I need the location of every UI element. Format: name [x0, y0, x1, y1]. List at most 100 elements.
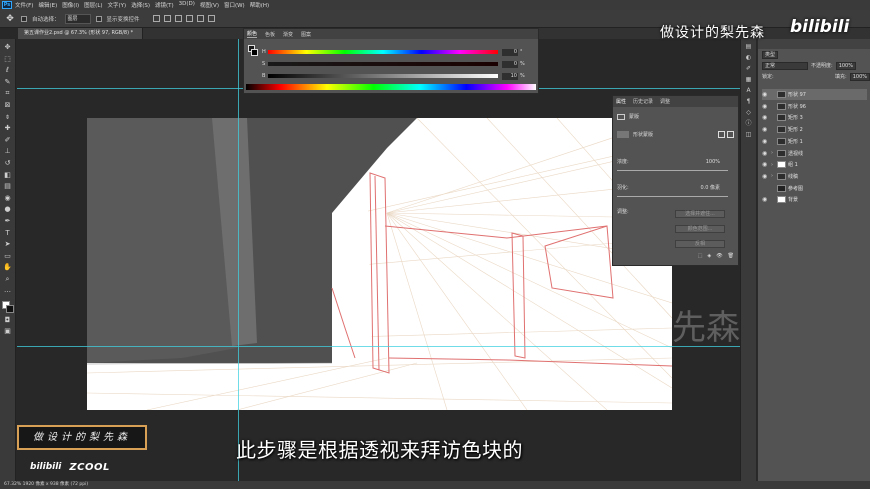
info-panel-icon[interactable]: ⓘ: [744, 119, 753, 128]
stamp-tool-icon[interactable]: ⊥: [3, 146, 13, 156]
align-middle-icon[interactable]: [196, 15, 204, 22]
color-panel-tab[interactable]: 颜色: [247, 30, 258, 38]
layer-row[interactable]: ◉ › 组 1: [762, 159, 867, 170]
density-slider[interactable]: [617, 170, 728, 171]
guide-vertical[interactable]: [238, 39, 239, 481]
fill-input[interactable]: 100%: [849, 72, 870, 81]
background-color-swatch[interactable]: [5, 305, 14, 314]
swatches-panel-icon[interactable]: ▦: [744, 75, 753, 84]
menu-item[interactable]: 3D(D): [179, 1, 195, 9]
history-brush-icon[interactable]: ↺: [3, 158, 13, 168]
color-panel-tab[interactable]: 色板: [265, 31, 275, 38]
layer-row[interactable]: ◉ 矩形 2: [762, 124, 867, 135]
menu-item[interactable]: 文字(Y): [108, 1, 127, 9]
menu-item[interactable]: 视图(V): [200, 1, 219, 9]
menu-item[interactable]: 滤镜(T): [155, 1, 174, 9]
delete-icon[interactable]: 🗑: [728, 253, 734, 259]
hue-value-input[interactable]: 0: [502, 48, 518, 56]
color-panel-swatches[interactable]: [248, 45, 258, 57]
align-left-icon[interactable]: [152, 15, 160, 22]
lasso-tool-icon[interactable]: ℓ: [3, 65, 13, 75]
layer-row[interactable]: ◉ 形状 97: [762, 89, 867, 100]
layer-expand-icon[interactable]: ›: [771, 162, 775, 168]
brightness-value-input[interactable]: 10: [502, 72, 518, 80]
layers-panel-icon[interactable]: ◫: [744, 130, 753, 139]
density-value[interactable]: 100%: [706, 159, 720, 165]
frame-tool-icon[interactable]: ⊠: [3, 100, 13, 110]
layer-row[interactable]: ◉ › 线稿: [762, 171, 867, 182]
eraser-tool-icon[interactable]: ◧: [3, 170, 13, 180]
align-top-icon[interactable]: [185, 15, 193, 22]
healing-tool-icon[interactable]: ✚: [3, 123, 13, 133]
feather-value[interactable]: 0.0 像素: [700, 184, 720, 191]
quick-select-tool-icon[interactable]: ✎: [3, 77, 13, 87]
layer-visibility-icon[interactable]: ◉: [762, 173, 769, 180]
move-tool-icon[interactable]: ✥: [4, 13, 16, 25]
show-transform-checkbox[interactable]: [95, 15, 102, 22]
dodge-tool-icon[interactable]: ●: [3, 204, 13, 214]
align-right-icon[interactable]: [174, 15, 182, 22]
layer-row[interactable]: ◉ 背景: [762, 194, 867, 205]
layer-row[interactable]: ◉ › 透视线: [762, 148, 867, 159]
select-and-mask-button[interactable]: 选择并遮住...: [675, 210, 725, 218]
history-panel-icon[interactable]: ▤: [744, 42, 753, 51]
libraries-panel-icon[interactable]: ◇: [744, 108, 753, 117]
layer-visibility-icon[interactable]: ◉: [762, 91, 769, 98]
brush-tool-icon[interactable]: ✐: [3, 135, 13, 145]
color-range-button[interactable]: 颜色范围...: [675, 225, 725, 233]
layer-row[interactable]: ◉ 矩形 1: [762, 136, 867, 147]
color-background-swatch[interactable]: [251, 49, 258, 56]
layer-visibility-icon[interactable]: ◉: [762, 103, 769, 110]
brightness-slider[interactable]: [268, 74, 498, 78]
layer-row[interactable]: 参考图: [762, 183, 867, 194]
layer-visibility-icon[interactable]: ◉: [762, 138, 769, 145]
brush-panel-icon[interactable]: ✐: [744, 64, 753, 73]
color-panel-tab[interactable]: 图案: [301, 31, 311, 38]
color-spectrum-bar[interactable]: [246, 84, 536, 90]
layer-visibility-icon[interactable]: ◉: [762, 161, 769, 168]
add-mask-icon[interactable]: [718, 131, 725, 138]
auto-select-dropdown[interactable]: 图层: [64, 13, 91, 24]
properties-panel-tab[interactable]: 属性: [616, 98, 626, 105]
visibility-icon[interactable]: 👁: [716, 253, 722, 259]
layer-visibility-icon[interactable]: ◉: [762, 196, 769, 203]
gradient-tool-icon[interactable]: ▤: [3, 181, 13, 191]
apply-icon[interactable]: ◈: [707, 253, 711, 259]
layer-expand-icon[interactable]: ›: [771, 150, 775, 156]
hand-tool-icon[interactable]: ✋: [3, 262, 13, 272]
crop-tool-icon[interactable]: ⌗: [3, 88, 13, 98]
hue-slider[interactable]: [268, 50, 498, 54]
document-canvas[interactable]: [87, 118, 672, 410]
adjust-panel-icon[interactable]: ◐: [744, 53, 753, 62]
align-bottom-icon[interactable]: [207, 15, 215, 22]
character-panel-icon[interactable]: A: [744, 86, 753, 95]
load-selection-icon[interactable]: ⬚: [698, 253, 703, 259]
auto-select-checkbox[interactable]: [21, 15, 27, 22]
move-tool-icon[interactable]: ✥: [3, 42, 13, 52]
path-select-tool-icon[interactable]: ➤: [3, 239, 13, 249]
layer-visibility-icon[interactable]: ◉: [762, 126, 769, 133]
layer-visibility-icon[interactable]: ◉: [762, 150, 769, 157]
blur-tool-icon[interactable]: ◉: [3, 193, 13, 203]
menu-item[interactable]: 图层(L): [84, 1, 102, 9]
menu-item[interactable]: 图像(I): [62, 1, 79, 9]
properties-panel-tab[interactable]: 历史记录: [633, 98, 653, 105]
layer-kind-filter[interactable]: 类型: [762, 50, 779, 59]
menu-item[interactable]: 选择(S): [131, 1, 150, 9]
marquee-tool-icon[interactable]: ⬚: [3, 54, 13, 64]
pen-tool-icon[interactable]: ✒: [3, 216, 13, 226]
eyedropper-tool-icon[interactable]: ⌽: [3, 112, 13, 122]
document-tab[interactable]: 第五课作业2.psd @ 67.3% (形状 97, RGB/8) *: [18, 28, 143, 39]
feather-slider[interactable]: [617, 196, 728, 197]
apply-mask-icon[interactable]: [727, 131, 734, 138]
type-tool-icon[interactable]: T: [3, 228, 13, 238]
saturation-slider[interactable]: [268, 62, 498, 66]
layer-expand-icon[interactable]: ›: [771, 173, 775, 179]
screen-mode-icon[interactable]: ▣: [3, 326, 13, 336]
guide-horizontal[interactable]: [17, 346, 740, 347]
opacity-input[interactable]: 100%: [835, 61, 856, 70]
menu-item[interactable]: 窗口(W): [224, 1, 245, 9]
zoom-tool-icon[interactable]: ⌕: [3, 274, 13, 284]
menu-item[interactable]: 帮助(H): [250, 1, 269, 9]
align-center-icon[interactable]: [163, 15, 171, 22]
